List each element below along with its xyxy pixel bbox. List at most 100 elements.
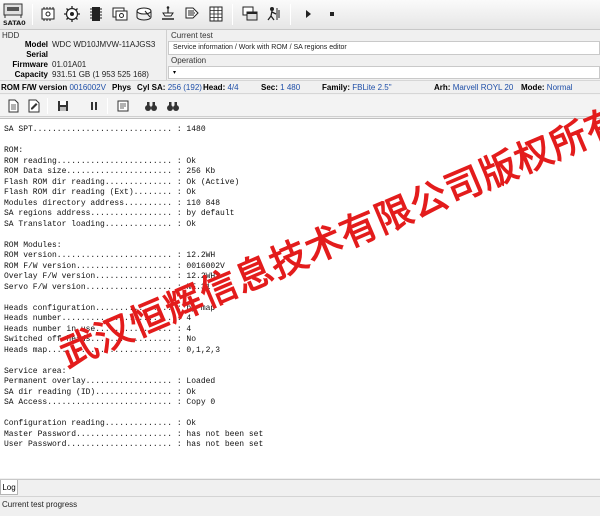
log-line: ROM: <box>4 146 24 155</box>
settings-button[interactable] <box>62 4 82 24</box>
hdd-panel-title: HDD <box>2 31 20 40</box>
grid-table-button[interactable] <box>206 4 226 24</box>
log-text: SA SPT............................. : 14… <box>4 125 263 451</box>
toolbar-separator <box>232 4 233 25</box>
toolbar-separator <box>32 4 33 25</box>
status-bar: Current test progress <box>0 496 600 516</box>
log-output[interactable]: SA SPT............................. : 14… <box>0 118 600 478</box>
mode-label: Mode: <box>521 83 545 92</box>
tester-icon <box>162 6 174 20</box>
mode-field: Mode: Normal <box>521 83 573 92</box>
log-open-button[interactable] <box>5 98 21 114</box>
rom-fw-value: 0016002V <box>69 83 106 92</box>
gear-icon <box>64 6 80 22</box>
tab-log[interactable]: Log <box>0 480 18 495</box>
log-line: User Password...................... : ha… <box>4 440 264 449</box>
capacity-value: 931.51 GB (1 953 525 168) <box>52 70 149 79</box>
sec-value: 1 480 <box>280 83 301 92</box>
family-label: Family: <box>322 83 351 92</box>
arh-field: Arh: Marvell ROYL 20 <box>434 83 513 92</box>
cyl-sa-field: Cyl SA: 256 (192) <box>137 83 202 92</box>
sata-port-button[interactable]: SATA0 <box>1 2 29 28</box>
toolbar-separator <box>107 98 108 114</box>
phys-label: Phys <box>112 83 132 92</box>
log-line: Heads number in use................ : 4 <box>4 324 192 334</box>
memory-module-icon <box>90 7 102 21</box>
log-line: Flash ROM dir reading.............. : Ok… <box>4 177 240 187</box>
log-line: Configuration reading.............. : Ok <box>4 419 197 428</box>
edit-document-icon <box>28 99 40 113</box>
disk-button[interactable] <box>134 4 154 24</box>
mode-value: Normal <box>546 83 573 92</box>
hdd-capacity-row: Capacity 931.51 GB (1 953 525 168) <box>0 70 167 80</box>
log-edit-button[interactable] <box>26 98 42 114</box>
play-button[interactable] <box>298 4 318 24</box>
current-test-text: Service information / Work with ROM / SA… <box>173 44 347 51</box>
head-stack-icon <box>185 7 199 19</box>
log-line: Switched off heads................. : No <box>4 335 197 344</box>
grid-table-icon <box>209 6 223 22</box>
current-test-box: Service information / Work with ROM / SA… <box>168 41 600 55</box>
memory-button[interactable] <box>86 4 106 24</box>
sec-field: Sec: 1 480 <box>261 83 300 92</box>
tester-button[interactable] <box>158 4 178 24</box>
find-button[interactable] <box>143 98 159 114</box>
capacity-label: Capacity <box>14 70 48 79</box>
log-line: Heads map.......................... : 0,… <box>4 345 221 355</box>
log-line: ROM version........................ : 12… <box>4 251 216 260</box>
stop-button[interactable] <box>322 4 342 24</box>
firmware-label: Firmware <box>12 60 48 69</box>
log-line: ROM Data size...................... : 25… <box>4 167 216 176</box>
current-test-title: Current test <box>171 31 213 40</box>
terminal-user-icon <box>267 7 280 21</box>
log-line: ROM Modules: <box>4 240 62 250</box>
disk-icon <box>136 7 152 21</box>
sec-label: Sec: <box>261 83 278 92</box>
log-line: SA Access.......................... : Co… <box>4 398 216 407</box>
hdd-info-panel: HDD Model WDC WD10JMVW-11AJGS3 Serial Fi… <box>0 30 167 80</box>
log-line: Modules directory address.......... : 11… <box>4 198 221 208</box>
rom-fw-field: ROM F/W version 0016002V <box>1 83 106 92</box>
model-label: Model <box>24 40 48 49</box>
hdd-serial-row: Serial <box>0 50 167 60</box>
find-next-button[interactable] <box>165 98 181 114</box>
binoculars-icon <box>145 102 157 111</box>
cyl-sa-value: 256 (192) <box>167 83 202 92</box>
drive-status-line: ROM F/W version 0016002V Phys Cyl SA: 25… <box>0 80 600 94</box>
sata-port-icon <box>3 3 23 18</box>
pause-button[interactable] <box>86 98 102 114</box>
stop-icon <box>330 12 334 16</box>
sata-label: SATA0 <box>3 19 26 27</box>
copy-drive-button[interactable] <box>110 4 130 24</box>
play-icon <box>306 10 311 18</box>
serial-label: Serial <box>26 50 48 59</box>
log-view-button[interactable] <box>115 98 131 114</box>
chip-icon <box>41 7 55 21</box>
operation-box[interactable]: ▾ <box>168 66 600 79</box>
save-icon <box>58 101 68 111</box>
log-line: SA SPT............................. : 14… <box>4 125 206 134</box>
log-line: ROM reading........................ : Ok <box>4 156 197 166</box>
pause-icon <box>91 102 97 110</box>
save-button[interactable] <box>55 98 71 114</box>
windows-button[interactable] <box>240 4 260 24</box>
copy-drive-icon <box>112 7 128 21</box>
head-label: Head: <box>203 83 226 92</box>
arh-value: Marvell ROYL 20 <box>452 83 514 92</box>
binoculars-next-icon <box>167 102 179 111</box>
arh-label: Arh: <box>434 83 451 92</box>
document-icon <box>8 99 19 113</box>
bottom-tabs: Log <box>0 479 600 496</box>
model-value: WDC WD10JMVW-11AJGS3 <box>52 40 156 49</box>
terminal-button[interactable] <box>264 4 284 24</box>
chip-button[interactable] <box>38 4 58 24</box>
log-line: ROM F/W version.................... : 00… <box>4 261 225 271</box>
firmware-value: 01.01A01 <box>52 60 87 69</box>
log-line: Master Password.................... : ha… <box>4 429 264 439</box>
log-line: Heads configuration................ : by… <box>4 303 216 313</box>
hdd-firmware-row: Firmware 01.01A01 <box>0 60 167 70</box>
head-stack-button[interactable] <box>182 4 202 24</box>
